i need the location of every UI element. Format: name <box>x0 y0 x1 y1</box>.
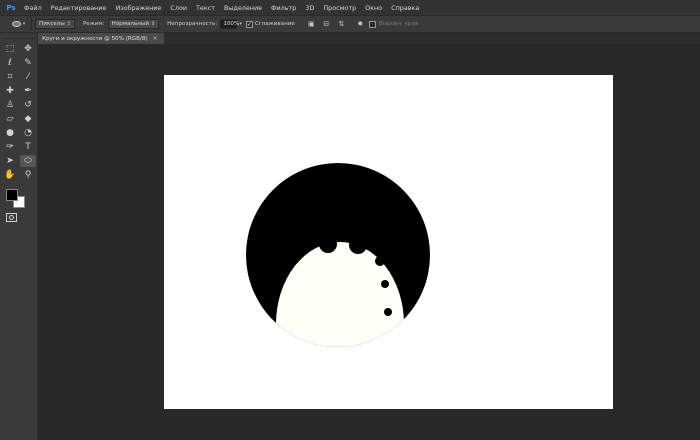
artwork <box>246 163 430 347</box>
path-selection-button[interactable]: ➤ <box>2 155 18 167</box>
opacity-label: Непрозрачность: <box>167 21 218 27</box>
clone-stamp-icon: ♙ <box>5 100 15 110</box>
document-tab[interactable]: Круги и окружности @ 50% (RGB/8) × <box>38 33 164 44</box>
hand-tool-button[interactable]: ✋ <box>2 169 18 181</box>
path-alignment-icon[interactable]: ⊟ <box>322 20 331 29</box>
document-tab-bar: Круги и окружности @ 50% (RGB/8) × <box>38 33 700 44</box>
path-selection-icon: ➤ <box>6 156 14 166</box>
color-swatches <box>4 187 34 209</box>
path-arrangement-icon[interactable]: ⇅ <box>337 20 346 29</box>
document-tab-title: Круги и окружности @ 50% (RGB/8) <box>42 35 148 42</box>
menu-filter[interactable]: Фильтр <box>271 4 296 12</box>
antialias-label: Сглаживание <box>254 21 295 27</box>
photoshop-logo: Ps <box>6 3 16 12</box>
menu-3d[interactable]: 3D <box>305 4 314 12</box>
ellipse-tool-icon <box>11 21 21 27</box>
brush-tool-icon: ✒ <box>24 86 32 96</box>
dot-small-2 <box>384 308 392 316</box>
menu-image[interactable]: Изображение <box>115 4 161 12</box>
blend-mode-select[interactable]: Нормальный ⇕ <box>107 19 160 29</box>
history-brush-icon: ↺ <box>24 100 32 110</box>
options-bar: ▾ Пикселы ⇕ Режим: Нормальный ⇕ Непрозра… <box>0 15 700 33</box>
eraser-button[interactable]: ▱ <box>2 113 18 125</box>
paint-bucket-icon: ◆ <box>24 114 32 124</box>
quick-selection-icon: ✎ <box>24 58 32 68</box>
zoom-tool-icon: ⚲ <box>24 170 32 180</box>
move-tool-button[interactable]: ✥ <box>20 43 36 55</box>
dodge-tool-button[interactable]: ◔ <box>20 127 36 139</box>
paint-bucket-button[interactable]: ◆ <box>20 113 36 125</box>
history-brush-button[interactable]: ↺ <box>20 99 36 111</box>
tool-mode-select[interactable]: Пикселы ⇕ <box>35 19 75 29</box>
type-tool-button[interactable]: T <box>20 141 36 153</box>
ellipse-shape-button[interactable]: ⬭ <box>20 155 36 167</box>
lasso-tool-button[interactable]: ℓ <box>2 57 18 69</box>
brush-tool-button[interactable]: ✒ <box>20 85 36 97</box>
blur-tool-icon: ● <box>6 128 14 138</box>
chevron-down-icon[interactable]: ▾ <box>239 21 242 27</box>
move-tool-icon: ✥ <box>24 44 32 54</box>
menu-layers[interactable]: Слои <box>170 4 187 12</box>
ellipse-shape-icon: ⬭ <box>24 156 32 166</box>
dot-medium <box>375 256 385 266</box>
rectangular-marquee-icon: ⬚ <box>5 44 15 54</box>
menu-file[interactable]: Файл <box>24 4 42 12</box>
align-edges-checkbox[interactable]: ✓ <box>368 20 376 28</box>
zoom-tool-button[interactable]: ⚲ <box>20 169 36 181</box>
clone-stamp-button[interactable]: ♙ <box>2 99 18 111</box>
quick-selection-button[interactable]: ✎ <box>20 57 36 69</box>
foreground-color-swatch[interactable] <box>6 189 18 201</box>
menu-window[interactable]: Окно <box>365 4 382 12</box>
document-canvas[interactable] <box>164 75 613 409</box>
menu-type[interactable]: Текст <box>196 4 215 12</box>
eyedropper-button[interactable]: ⁄ <box>20 71 36 83</box>
eyedropper-icon: ⁄ <box>27 72 29 82</box>
dot-large-2 <box>349 236 367 254</box>
crop-tool-button[interactable]: ⌗ <box>2 71 18 83</box>
dot-large-1 <box>319 235 337 253</box>
close-icon[interactable]: × <box>153 35 158 42</box>
opacity-input[interactable]: 100% <box>220 19 239 29</box>
antialias-checkbox[interactable]: ✓ <box>245 20 253 28</box>
blend-mode-label: Режим: <box>82 21 105 27</box>
healing-brush-button[interactable]: ✚ <box>2 85 18 97</box>
blur-tool-button[interactable]: ● <box>2 127 18 139</box>
quick-mask-button[interactable] <box>6 213 17 222</box>
pen-tool-button[interactable]: ✑ <box>2 141 18 153</box>
align-edges-label: Выровн. края <box>378 21 419 27</box>
blend-mode-value: Нормальный <box>111 21 149 27</box>
dot-small-1 <box>381 280 389 288</box>
eraser-icon: ▱ <box>6 114 14 124</box>
canvas-workspace <box>38 44 700 440</box>
healing-brush-icon: ✚ <box>6 86 14 96</box>
pen-tool-icon: ✑ <box>6 142 14 152</box>
chevron-down-icon: ⇕ <box>66 21 71 27</box>
tools-panel: ⬚ ✥ ℓ ✎ ⌗ ⁄ ✚ ✒ ♙ ↺ ▱ ◆ ● ◔ ✑ T ➤ ⬭ ✋ ⚲ <box>0 33 38 440</box>
tool-mode-value: Пикселы <box>39 21 65 27</box>
menu-view[interactable]: Просмотр <box>323 4 356 12</box>
dodge-tool-icon: ◔ <box>24 128 32 138</box>
crop-tool-icon: ⌗ <box>7 72 13 82</box>
hand-tool-icon: ✋ <box>4 170 16 180</box>
chevron-down-icon: ▾ <box>22 21 26 27</box>
path-operations-icon[interactable]: ▣ <box>307 20 316 29</box>
menu-select[interactable]: Выделение <box>224 4 262 12</box>
type-tool-icon: T <box>25 142 31 152</box>
rectangular-marquee-button[interactable]: ⬚ <box>2 43 18 55</box>
tool-grid: ⬚ ✥ ℓ ✎ ⌗ ⁄ ✚ ✒ ♙ ↺ ▱ ◆ ● ◔ ✑ T ➤ ⬭ ✋ ⚲ <box>0 39 37 181</box>
white-moon-shape <box>276 242 404 347</box>
chevron-down-icon: ⇕ <box>150 21 156 27</box>
quick-mask-icon <box>9 215 14 220</box>
menu-edit[interactable]: Редактирование <box>51 4 107 12</box>
menu-help[interactable]: Справка <box>391 4 419 12</box>
gear-icon[interactable]: ✹ <box>356 20 365 29</box>
lasso-tool-icon: ℓ <box>8 58 12 68</box>
tool-preset-picker[interactable]: ▾ <box>6 17 32 31</box>
menu-bar: Ps Файл Редактирование Изображение Слои … <box>0 0 700 15</box>
